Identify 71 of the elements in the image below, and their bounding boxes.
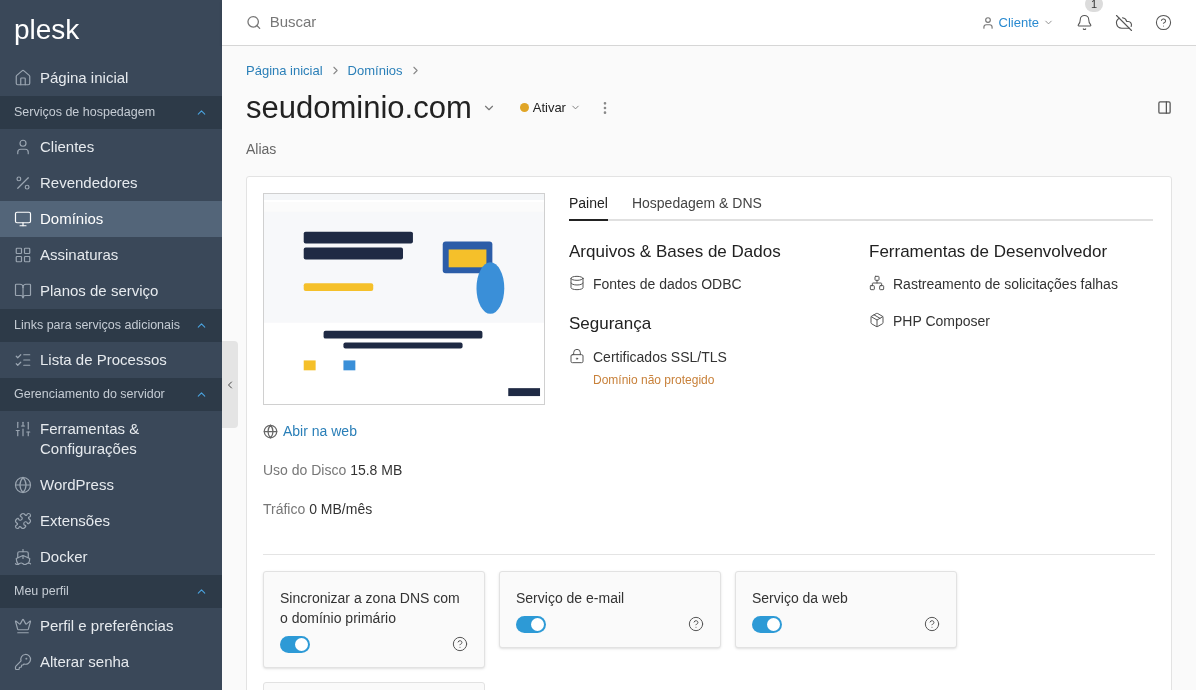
tool-link[interactable]: Fontes de dados ODBC bbox=[593, 274, 742, 295]
user-menu[interactable]: Cliente bbox=[980, 12, 1054, 33]
bell-icon[interactable] bbox=[1076, 14, 1093, 31]
sidebar-item[interactable]: Docker bbox=[0, 539, 222, 575]
breadcrumb-link[interactable]: Página inicial bbox=[246, 61, 323, 81]
notification-badge: 1 bbox=[1085, 0, 1104, 12]
toggle-switch[interactable] bbox=[516, 615, 546, 633]
sidebar-item[interactable]: WordPress bbox=[0, 467, 222, 503]
grid-icon bbox=[14, 246, 32, 264]
collapse-handle[interactable] bbox=[222, 341, 238, 428]
sidebar-item[interactable]: Alterar senha bbox=[0, 644, 222, 680]
sidebar-section[interactable]: Meu perfil bbox=[0, 575, 222, 608]
help-icon[interactable] bbox=[688, 616, 704, 632]
stat-text: Tráfico 0 MB/mês bbox=[263, 499, 374, 519]
toggle-switch[interactable] bbox=[752, 615, 782, 633]
breadcrumb-link[interactable]: Domínios bbox=[347, 61, 403, 81]
tab[interactable]: Hospedagem & DNS bbox=[631, 192, 762, 221]
toggle-label: Sincronizar a zona DNS com o domínio primário bbox=[280, 588, 461, 628]
group-title: Arquivos & Bases de Dados bbox=[569, 240, 782, 263]
toggle-switch[interactable] bbox=[280, 635, 310, 653]
help-icon[interactable] bbox=[452, 636, 468, 652]
sidebar-item[interactable]: Página inicial bbox=[0, 60, 222, 96]
sidebar-item[interactable]: Extensões bbox=[0, 503, 222, 539]
key-icon bbox=[14, 653, 32, 671]
database-icon bbox=[569, 275, 585, 291]
network-icon bbox=[869, 275, 885, 291]
panel-icon[interactable] bbox=[1157, 100, 1172, 115]
user-icon bbox=[980, 15, 995, 30]
tool-link[interactable]: Rastreamento de solicitações falhas bbox=[893, 274, 1118, 295]
tool-link[interactable]: PHP Composer bbox=[893, 311, 990, 332]
logo[interactable]: plesk bbox=[14, 16, 80, 44]
sidebar-item[interactable]: Ferramentas & Configurações bbox=[0, 411, 222, 467]
house-icon bbox=[14, 69, 32, 87]
group-title: Ferramentas de Desenvolvedor bbox=[869, 240, 1109, 263]
crown-icon bbox=[14, 617, 32, 635]
status-menu[interactable]: Ativar bbox=[519, 97, 581, 118]
tool-link[interactable]: Certificados SSL/TLS bbox=[593, 346, 727, 368]
user-icon bbox=[14, 138, 32, 156]
checklist-icon bbox=[14, 351, 32, 369]
sidebar-section[interactable]: Gerenciamento do servidor bbox=[0, 378, 222, 411]
warning-text: Domínio não protegido bbox=[593, 371, 716, 389]
help-icon[interactable] bbox=[1155, 14, 1172, 31]
sidebar-item[interactable]: Perfil e preferências bbox=[0, 608, 222, 644]
puzzle-icon bbox=[14, 512, 32, 530]
alias-label[interactable]: Alias bbox=[246, 138, 1172, 160]
stat-text: Uso do Disco 15.8 MB bbox=[263, 460, 404, 480]
open-web-link[interactable]: Abir na web bbox=[263, 420, 545, 442]
sliders-icon bbox=[14, 420, 32, 438]
toggle-label: Serviço da web bbox=[752, 588, 849, 608]
package-icon bbox=[869, 312, 885, 328]
toggle-label: Serviço de e-mail bbox=[516, 588, 626, 608]
sidebar-item[interactable]: Planos de serviço bbox=[0, 273, 222, 309]
sidebar-item[interactable]: Assinaturas bbox=[0, 237, 222, 273]
sidebar-section[interactable]: Serviços de hospedagem bbox=[0, 96, 222, 129]
sidebar-item[interactable]: Revendedores bbox=[0, 165, 222, 201]
book-icon bbox=[14, 282, 32, 300]
cloud-off-icon[interactable] bbox=[1115, 13, 1133, 32]
search-icon bbox=[246, 14, 262, 31]
percent-icon bbox=[14, 174, 32, 192]
monitor-icon bbox=[14, 210, 32, 228]
group-title: Segurança bbox=[569, 313, 653, 335]
page-title: seudominio.com bbox=[246, 92, 472, 123]
sidebar-item[interactable]: Domínios bbox=[0, 201, 222, 237]
search-field[interactable]: Buscar bbox=[269, 11, 546, 34]
help-icon[interactable] bbox=[924, 616, 940, 632]
lock-icon bbox=[569, 347, 585, 364]
sidebar-section[interactable]: Links para serviços adicionais bbox=[0, 309, 222, 342]
tab[interactable]: Painel bbox=[569, 192, 608, 221]
sidebar-item[interactable]: Clientes bbox=[0, 129, 222, 165]
globe-icon bbox=[263, 423, 278, 439]
sidebar-item[interactable]: Lista de Processos bbox=[0, 342, 222, 378]
